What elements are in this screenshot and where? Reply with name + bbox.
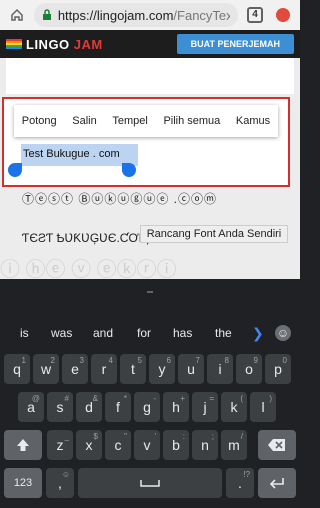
comma-key[interactable]: , ☺: [46, 468, 74, 498]
selected-text[interactable]: Test Bukugue . com: [21, 144, 138, 166]
flag-icon: [6, 39, 22, 49]
key-t[interactable]: t5: [120, 354, 146, 384]
key-w[interactable]: w2: [33, 354, 59, 384]
key-y[interactable]: y6: [149, 354, 175, 384]
key-x[interactable]: x $: [76, 430, 102, 460]
text-selection-highlight: Potong Salin Tempel Pilih semua Kamus Te…: [2, 97, 290, 187]
key-f[interactable]: f *: [105, 392, 131, 422]
update-icon[interactable]: [272, 4, 294, 26]
keyboard-row-3: z _ x $ c " v ' b: n; m /: [0, 430, 300, 460]
home-icon[interactable]: [6, 4, 28, 26]
tab-switcher-button[interactable]: 4: [244, 4, 266, 26]
key-k[interactable]: k(: [221, 392, 247, 422]
keyboard-row-1: q1w2e3r4t5y6u7i8o9p0: [0, 354, 300, 384]
enter-key[interactable]: [258, 468, 296, 498]
key-u[interactable]: u7: [178, 354, 204, 384]
page-content: Potong Salin Tempel Pilih semua Kamus Te…: [0, 58, 300, 279]
key-o[interactable]: o9: [236, 354, 262, 384]
symbols-key[interactable]: 123: [4, 468, 42, 498]
keyboard-collapse-handle[interactable]: [147, 291, 153, 293]
key-g[interactable]: g-: [134, 392, 160, 422]
suggestion-item[interactable]: and: [93, 326, 113, 340]
keyboard-row-2: a @ s # d & f * g - h + j = k(l): [0, 392, 300, 422]
key-d[interactable]: d &: [76, 392, 102, 422]
key-s[interactable]: s #: [47, 392, 73, 422]
key-c[interactable]: c ": [105, 430, 131, 460]
menu-item-cut[interactable]: Potong: [22, 115, 57, 127]
selection-handle-start[interactable]: [8, 163, 22, 177]
key-p[interactable]: p0: [265, 354, 291, 384]
suggestion-item[interactable]: is: [20, 326, 29, 340]
site-header: LINGO JAM BUAT PENERJEMAH: [0, 30, 300, 58]
space-key[interactable]: [78, 468, 222, 498]
text-context-menu: Potong Salin Tempel Pilih semua Kamus: [14, 105, 278, 137]
chevron-right-icon[interactable]: ❯: [252, 325, 264, 342]
key-b[interactable]: b:: [163, 430, 189, 460]
suggestion-bar: is was and for has the ❯ ☺: [0, 319, 300, 347]
key-i[interactable]: i8: [207, 354, 233, 384]
period-key[interactable]: .!?: [226, 468, 254, 498]
design-font-button[interactable]: Rancang Font Anda Sendiri: [140, 225, 288, 243]
key-q[interactable]: q1: [4, 354, 30, 384]
key-r[interactable]: r4: [91, 354, 117, 384]
url-text: https://lingojam.com/FancyTex: [57, 7, 230, 23]
key-z[interactable]: z _: [47, 430, 73, 460]
shift-key[interactable]: [4, 430, 42, 460]
menu-item-select-all[interactable]: Pilih semua: [163, 115, 220, 127]
create-translator-button[interactable]: BUAT PENERJEMAH: [176, 34, 294, 54]
suggestion-item[interactable]: was: [51, 326, 72, 340]
menu-item-copy[interactable]: Salin: [72, 115, 96, 127]
browser-toolbar: https://lingojam.com/FancyTex 4: [0, 0, 300, 30]
key-v[interactable]: v ': [134, 430, 160, 460]
key-a[interactable]: a @: [18, 392, 44, 422]
suggestion-item[interactable]: for: [137, 326, 151, 340]
suggestion-item[interactable]: has: [173, 326, 192, 340]
key-n[interactable]: n;: [192, 430, 218, 460]
selection-handle-end[interactable]: [122, 163, 136, 177]
key-h[interactable]: h +: [163, 392, 189, 422]
fancy-output-circled[interactable]: Ⓣⓔⓢⓣ Ⓑⓤⓚⓤⓖⓤⓔ .ⓒⓞⓜ: [22, 190, 217, 207]
fancy-output-script[interactable]: ƬЄƧƬ ҌƲƘƲĢƲЄ.ƇƠӍ: [22, 231, 149, 245]
key-e[interactable]: e3: [62, 354, 88, 384]
menu-item-dictionary[interactable]: Kamus: [236, 115, 270, 127]
key-l[interactable]: l): [250, 392, 276, 422]
emoji-icon[interactable]: ☺: [275, 325, 291, 341]
keyboard-row-4: 123 , ☺ .!?: [0, 468, 300, 498]
lock-icon: [42, 9, 54, 21]
key-m[interactable]: m /: [221, 430, 247, 460]
key-j[interactable]: j =: [192, 392, 218, 422]
input-card: [6, 58, 294, 94]
backspace-key[interactable]: [258, 430, 296, 460]
suggestion-item[interactable]: the: [215, 326, 232, 340]
site-logo[interactable]: LINGO JAM: [26, 37, 103, 52]
background-watermark: ⓘ ⓗⓔ ⓥ ⓔⓚⓡⓘ: [0, 259, 177, 279]
menu-item-paste[interactable]: Tempel: [112, 115, 147, 127]
on-screen-keyboard: is was and for has the ❯ ☺ q1w2e3r4t5y6u…: [0, 279, 300, 508]
address-bar[interactable]: https://lingojam.com/FancyTex: [34, 3, 238, 27]
